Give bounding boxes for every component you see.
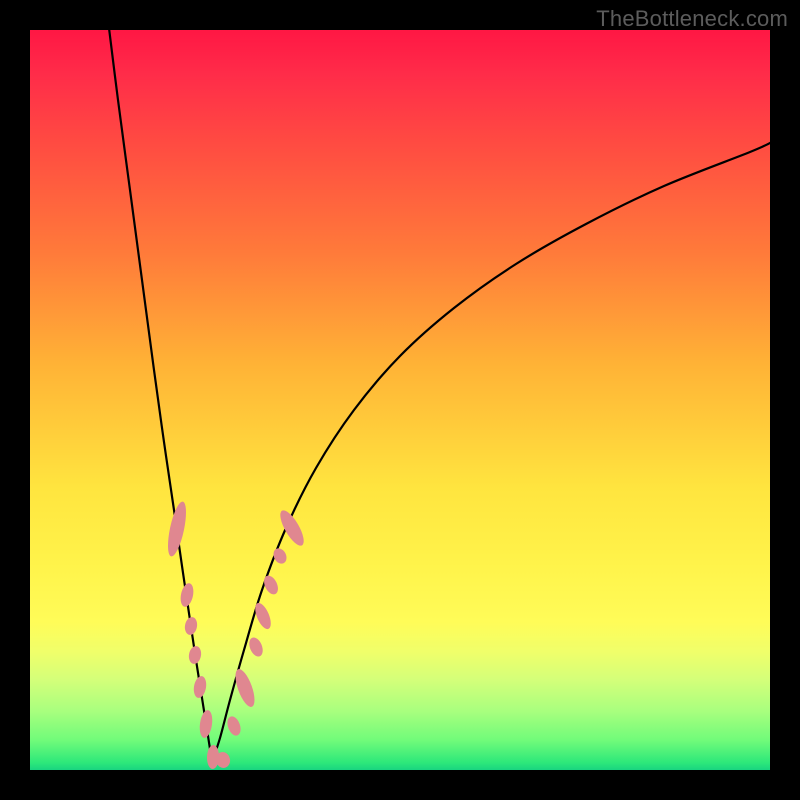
watermark-label: TheBottleneck.com xyxy=(596,6,788,32)
curve-marker xyxy=(232,667,259,709)
curve-marker xyxy=(184,616,199,636)
bottleneck-curve-right xyxy=(212,142,772,762)
curve-marker xyxy=(164,500,189,558)
curve-marker xyxy=(252,601,274,631)
chart-svg xyxy=(30,30,770,770)
curve-marker xyxy=(192,675,208,699)
plot-area xyxy=(30,30,770,770)
curve-marker xyxy=(247,635,266,658)
curve-marker xyxy=(225,715,243,738)
chart-frame: TheBottleneck.com xyxy=(0,0,800,800)
curve-marker xyxy=(188,645,203,665)
curve-marker xyxy=(198,709,214,738)
curve-marker xyxy=(179,582,196,608)
curve-markers xyxy=(164,500,308,769)
